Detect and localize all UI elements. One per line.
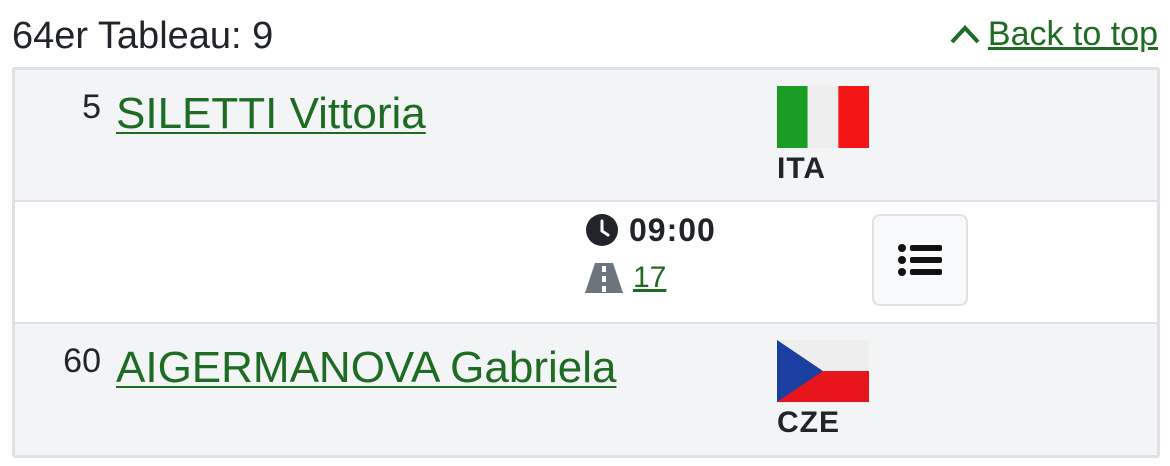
tableau-header: 64er Tableau: 9 Back to top <box>12 10 1158 66</box>
bout-time-value: 09:00 <box>629 212 716 248</box>
fencer-b-name-link[interactable]: AIGERMANOVA Gabriela <box>116 344 616 392</box>
bout-card: 5 SILETTI Vittoria ITA 09:00 17 60 AIGER… <box>12 67 1160 458</box>
bout-info-row: 09:00 17 <box>15 202 1157 324</box>
back-to-top-label: Back to top <box>987 15 1158 53</box>
fencer-a-name-link[interactable]: SILETTI Vittoria <box>116 90 426 138</box>
fencer-a-seed: 5 <box>82 88 101 126</box>
chevron-up-icon <box>948 22 982 46</box>
bout-details-button[interactable] <box>872 214 968 306</box>
back-to-top-link[interactable]: Back to top <box>948 12 1158 56</box>
clock-icon <box>585 213 619 247</box>
bout-piste: 17 <box>585 258 666 298</box>
fencer-row-a: 5 SILETTI Vittoria ITA <box>15 70 1157 202</box>
road-icon <box>585 263 623 293</box>
fencer-a-nation: ITA <box>777 152 827 185</box>
list-icon <box>898 242 942 278</box>
fencer-row-b: 60 AIGERMANOVA Gabriela CZE <box>15 324 1157 455</box>
piste-link[interactable]: 17 <box>633 258 666 298</box>
fencer-b-nation: CZE <box>777 406 840 439</box>
tableau-title: 64er Tableau: 9 <box>12 15 274 57</box>
italy-flag-icon <box>777 86 869 148</box>
fencer-b-seed: 60 <box>63 342 101 380</box>
czech-flag-icon <box>777 340 869 402</box>
bout-time: 09:00 <box>585 210 716 250</box>
